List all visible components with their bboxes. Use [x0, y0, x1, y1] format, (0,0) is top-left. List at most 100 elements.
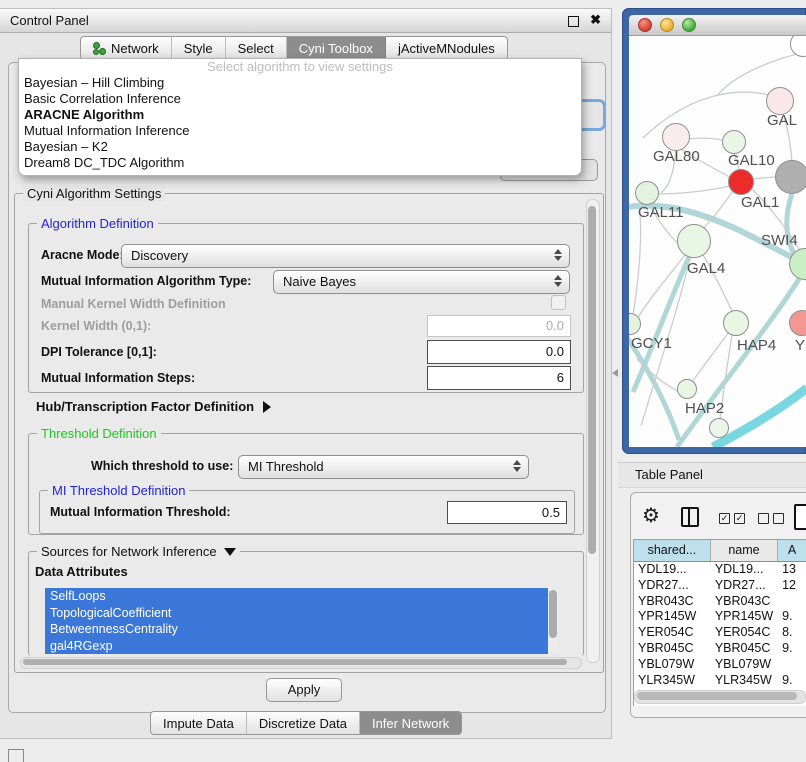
network-canvas[interactable]: GALGAL80GAL10GAL1GAL11SWI4GAL4GCY1HAP4YH… [629, 36, 806, 447]
dropdown-item-mutual-information-inference[interactable]: Mutual Information Inference [19, 123, 581, 139]
stepper-icon [554, 275, 562, 287]
network-node-hap2[interactable] [677, 379, 697, 399]
tab-label: Infer Network [372, 716, 449, 731]
sources-legend[interactable]: Sources for Network Inference [37, 544, 240, 559]
table-row[interactable]: YPR145WYPR145W9. [634, 609, 806, 625]
hub-section-label: Hub/Transcription Factor Definition [36, 399, 254, 414]
tab-select[interactable]: Select [226, 37, 287, 59]
network-node-gal11[interactable] [635, 181, 659, 205]
select-all-columns-icon[interactable]: ✓✓ [719, 513, 745, 524]
network-window-titlebar[interactable] [629, 15, 806, 36]
close-traffic-light-icon[interactable] [638, 18, 652, 32]
attribute-item-betweennesscentrality[interactable]: BetweennessCentrality [45, 621, 559, 638]
dropdown-item-aracne-algorithm[interactable]: ARACNE Algorithm [19, 107, 581, 123]
network-tab-icon [93, 42, 106, 55]
table-row[interactable]: YDL19...YDL19...13 [634, 562, 806, 578]
bottom-tab-infer-network[interactable]: Infer Network [360, 712, 461, 734]
panel-collapse-arrow-icon[interactable] [612, 369, 618, 377]
dropdown-item-bayesian-hill-climbing[interactable]: Bayesian – Hill Climbing [19, 75, 581, 91]
tab-cyni-toolbox[interactable]: Cyni Toolbox [287, 37, 386, 59]
table-row[interactable]: YBL079WYBL079W [634, 657, 806, 673]
table-cell: YDR27... [711, 578, 778, 594]
column-header-name[interactable]: name [711, 540, 778, 561]
settings-hscroll-thumb[interactable] [23, 659, 567, 665]
kernel-width-input[interactable]: 0.0 [427, 315, 571, 337]
algorithm-definition-legend: Algorithm Definition [37, 216, 158, 231]
table-cell [778, 657, 806, 673]
settings-scroll-thumb[interactable] [588, 206, 596, 554]
attribute-item-selfloops[interactable]: SelfLoops [45, 588, 559, 605]
network-node-gal1[interactable] [728, 169, 754, 195]
node-label-gcy1: GCY1 [631, 335, 672, 352]
network-node-gal4[interactable] [677, 224, 711, 258]
table-horizontal-scrollbar[interactable] [634, 690, 806, 704]
node-label-swi4: SWI4 [761, 232, 798, 249]
float-window-icon[interactable] [568, 16, 579, 27]
deselect-all-columns-icon[interactable] [758, 513, 784, 524]
minimized-panel-icon[interactable] [8, 749, 24, 762]
bottom-tab-discretize-data[interactable]: Discretize Data [247, 712, 360, 734]
node-label-gal4: GAL4 [687, 260, 725, 277]
table-settings-gear-icon[interactable]: ⚙ [642, 503, 660, 528]
table-cell: YLR345W [634, 673, 711, 689]
column-header-a[interactable]: A [778, 540, 806, 561]
manual-kernel-checkbox[interactable] [551, 295, 566, 310]
mi-type-label: Mutual Information Algorithm Type: [41, 274, 251, 288]
mi-type-select[interactable]: Naive Bayes [273, 270, 570, 294]
dropdown-item-bayesian-k2[interactable]: Bayesian – K2 [19, 139, 581, 155]
table-row[interactable]: YER054CYER054C8. [634, 625, 806, 641]
table-cell: YBR045C [634, 641, 711, 657]
apply-button[interactable]: Apply [266, 678, 342, 702]
settings-vertical-scrollbar[interactable] [586, 199, 600, 663]
tab-jactivemnodules[interactable]: jActiveMNodules [386, 37, 507, 59]
table-row[interactable]: YBR045CYBR045C9. [634, 641, 806, 657]
table-row[interactable]: YBR043CYBR043C [634, 594, 806, 610]
dropdown-item-basic-correlation-inference[interactable]: Basic Correlation Inference [19, 91, 581, 107]
attribute-item-gal4rgexp[interactable]: gal4RGexp [45, 638, 559, 655]
attributes-scrollbar[interactable] [548, 588, 559, 654]
network-node-gal10[interactable] [722, 130, 746, 154]
split-columns-icon[interactable] [681, 507, 699, 527]
tab-style[interactable]: Style [172, 37, 226, 59]
table-row[interactable]: YLR345WYLR345W9. [634, 673, 806, 689]
cyni-settings-legend: Cyni Algorithm Settings [23, 186, 165, 201]
table-cell: YBR045C [711, 641, 778, 657]
aracne-mode-label: Aracne Mode: [41, 248, 124, 262]
aracne-mode-select[interactable]: Discovery [121, 244, 570, 268]
attribute-item-topologicalcoefficient[interactable]: TopologicalCoefficient [45, 605, 559, 622]
stepper-icon [513, 460, 521, 472]
network-node-gal80[interactable] [662, 123, 690, 151]
minimize-traffic-light-icon[interactable] [660, 18, 674, 32]
mi-steps-input[interactable]: 6 [427, 366, 571, 390]
data-attributes-list[interactable]: SelfLoopsTopologicalCoefficientBetweenne… [45, 588, 559, 654]
close-window-icon[interactable]: ✖ [590, 12, 601, 28]
network-node-gal[interactable] [766, 87, 794, 115]
hub-section-toggle[interactable]: Hub/Transcription Factor Definition [36, 399, 271, 414]
dpi-tolerance-input[interactable]: 0.0 [427, 340, 571, 364]
new-table-icon[interactable] [794, 504, 806, 530]
network-view-window: GALGAL80GAL10GAL1GAL11SWI4GAL4GCY1HAP4YH… [622, 8, 806, 454]
zoom-traffic-light-icon[interactable] [682, 18, 696, 32]
bottom-tab-impute-data[interactable]: Impute Data [151, 712, 247, 734]
table-body: YDL19...YDL19...13YDR27...YDR27...12YBR0… [634, 562, 806, 704]
tab-network[interactable]: Network [81, 37, 172, 59]
node-table[interactable]: shared...nameA YDL19...YDL19...13YDR27..… [633, 539, 806, 706]
table-hscroll-thumb[interactable] [637, 692, 797, 700]
table-cell: YBL079W [634, 657, 711, 673]
tab-label: Discretize Data [259, 716, 347, 731]
dropdown-item-dream8-dc-tdc-algorithm[interactable]: Dream8 DC_TDC Algorithm [19, 155, 581, 171]
settings-horizontal-scrollbar[interactable] [20, 657, 582, 669]
node-label-hap4: HAP4 [737, 337, 776, 354]
which-threshold-select[interactable]: MI Threshold [238, 455, 529, 479]
threshold-definition-group: Threshold Definition Which threshold to … [28, 433, 584, 535]
table-panel-titlebar: Table Panel [618, 462, 806, 488]
network-node-hap4[interactable] [723, 310, 749, 336]
tab-label: jActiveMNodules [398, 41, 495, 56]
network-node[interactable] [775, 160, 806, 194]
table-row[interactable]: YDR27...YDR27...12 [634, 578, 806, 594]
mi-threshold-input[interactable]: 0.5 [447, 501, 567, 524]
node-label-hap2: HAP2 [685, 400, 724, 417]
column-header-shared[interactable]: shared... [634, 540, 711, 561]
network-node[interactable] [709, 418, 729, 438]
table-cell: YPR145W [634, 609, 711, 625]
